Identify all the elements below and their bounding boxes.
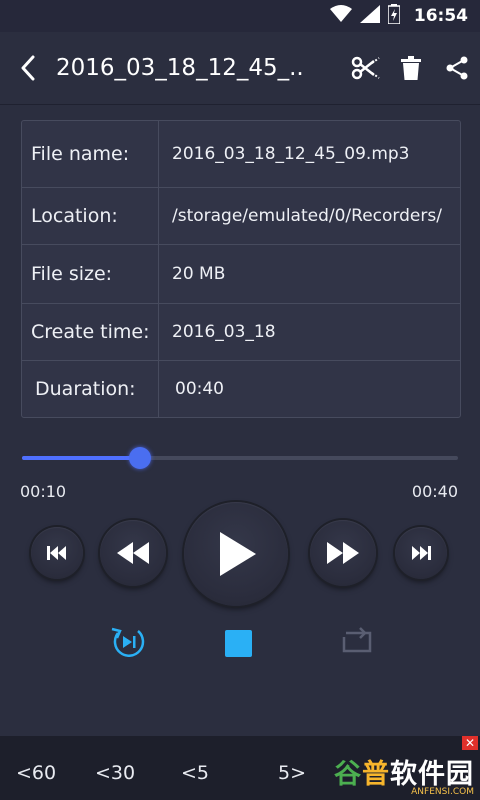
play-button[interactable] — [184, 502, 288, 606]
repeat-all-button[interactable] — [336, 624, 376, 660]
back-button[interactable] — [0, 32, 56, 104]
watermark-logo: 谷普软件园 ANFENSI.COM — [334, 752, 474, 797]
seek-back-30-button[interactable]: <30 — [95, 762, 135, 784]
share-button[interactable] — [434, 32, 480, 104]
battery-icon — [387, 4, 401, 28]
create-time-row: Create time: 2016_03_18 — [22, 304, 460, 361]
file-name-value: 2016_03_18_12_45_09.mp3 — [172, 144, 410, 164]
file-size-value: 20 MB — [172, 264, 226, 284]
page-title: 2016_03_18_12_45_... — [56, 55, 306, 81]
repeat-icon — [342, 627, 372, 653]
share-icon — [446, 56, 468, 80]
skip-next-button[interactable] — [395, 527, 447, 579]
chevron-left-icon — [21, 55, 35, 81]
duration-label: Duaration: — [22, 361, 159, 417]
rewind-icon — [117, 542, 149, 564]
progress-fill — [22, 456, 140, 460]
file-name-label: File name: — [22, 121, 159, 187]
rewind-button[interactable] — [100, 520, 166, 586]
signal-icon — [359, 5, 380, 27]
create-time-value: 2016_03_18 — [172, 322, 276, 342]
file-info-table: File name: 2016_03_18_12_45_09.mp3 Locat… — [21, 120, 461, 418]
create-time-label: Create time: — [22, 304, 159, 360]
clock: 16:54 — [413, 6, 468, 26]
playback-progress-bar[interactable] — [22, 447, 458, 469]
fast-forward-icon — [327, 542, 359, 564]
duration-row: Duaration: 00:40 — [22, 361, 460, 417]
toolbar: 2016_03_18_12_45_... — [0, 32, 480, 105]
seek-back-60-button[interactable]: <60 — [16, 762, 56, 784]
scissors-icon — [351, 56, 380, 80]
play-icon — [220, 532, 256, 576]
skip-previous-button[interactable] — [31, 527, 83, 579]
total-time: 00:40 — [411, 482, 458, 501]
repeat-one-button[interactable] — [106, 622, 150, 662]
location-value: /storage/emulated/0/Recorders/ — [172, 206, 442, 226]
watermark-name: 谷普软件园 — [334, 759, 474, 790]
seek-bar-footer: <60 <30 <5 5> ✕ 谷普软件园 ANFENSI.COM — [0, 736, 480, 800]
seek-back-5-button[interactable]: <5 — [181, 762, 209, 784]
watermark-url: ANFENSI.COM — [411, 787, 474, 797]
progress-thumb[interactable] — [128, 447, 151, 469]
file-size-label: File size: — [22, 245, 159, 303]
status-bar: 16:54 — [0, 0, 480, 32]
location-label: Location: — [22, 188, 159, 244]
delete-button[interactable] — [388, 32, 434, 104]
wifi-icon — [329, 5, 352, 27]
file-size-row: File size: 20 MB — [22, 245, 460, 304]
current-time: 00:10 — [20, 482, 67, 501]
skip-previous-icon — [47, 546, 66, 560]
ad-close-button[interactable]: ✕ — [462, 736, 478, 750]
toolbar-actions — [342, 32, 480, 104]
fast-forward-button[interactable] — [310, 520, 376, 586]
repeat-one-icon — [111, 627, 145, 657]
location-row: Location: /storage/emulated/0/Recorders/ — [22, 188, 460, 245]
trash-icon — [401, 56, 421, 80]
stop-button[interactable] — [225, 630, 252, 657]
seek-forward-5-button[interactable]: 5> — [278, 762, 306, 784]
trim-button[interactable] — [342, 32, 388, 104]
file-name-row: File name: 2016_03_18_12_45_09.mp3 — [22, 121, 460, 188]
skip-next-icon — [412, 546, 431, 560]
duration-value: 00:40 — [175, 379, 224, 399]
